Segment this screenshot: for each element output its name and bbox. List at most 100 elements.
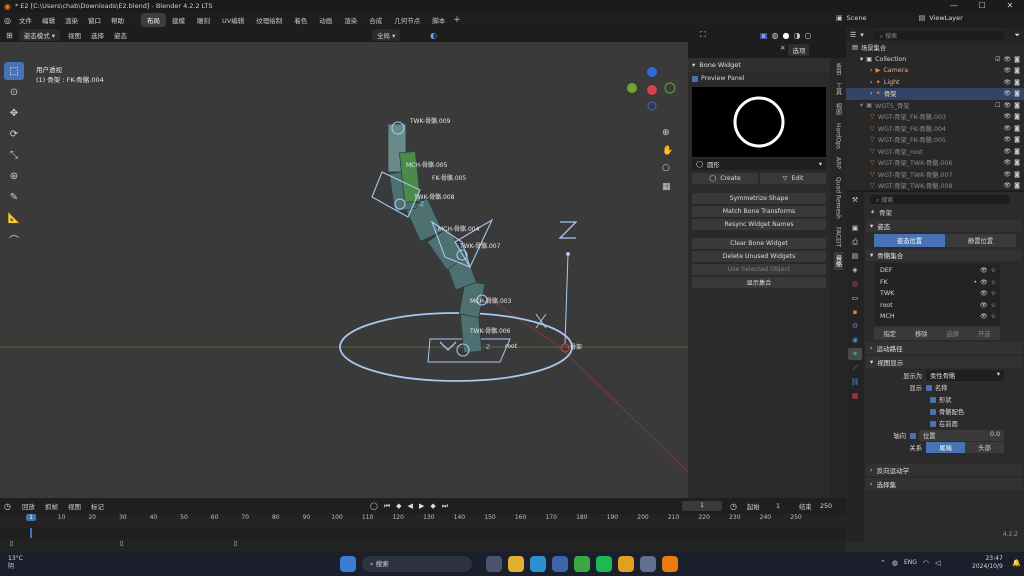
selection-sets-header[interactable]: › 选择集	[866, 477, 1022, 490]
chrome-icon[interactable]	[618, 556, 634, 572]
eye-icon[interactable]: 👁	[1004, 67, 1012, 74]
zoom-icon[interactable]: ⊕	[662, 128, 673, 138]
scene-tab-icon[interactable]: ◈	[848, 264, 862, 276]
eye-icon[interactable]: 👁	[980, 290, 988, 297]
annotate-tool-icon[interactable]: ✎	[4, 188, 24, 206]
scroll-handle-icon[interactable]: ▯	[234, 540, 237, 547]
star-icon[interactable]: ☆	[991, 267, 996, 274]
wireframe-shading-icon[interactable]: ◍	[772, 31, 779, 40]
scale-tool-icon[interactable]: ⤡	[4, 146, 24, 164]
pose-section-header[interactable]: ▾ 姿态	[866, 220, 1022, 232]
tab-hardops[interactable]: HardOps	[835, 120, 842, 152]
timeline-view-menu[interactable]: 视图	[63, 500, 86, 512]
select-button[interactable]: 选择	[937, 326, 969, 340]
tab-view[interactable]: 视图	[834, 100, 843, 118]
task-view-icon[interactable]	[486, 556, 502, 572]
select-box-tool-icon[interactable]: ⬚	[4, 62, 24, 80]
show-collection-button[interactable]: 显示集合	[692, 277, 826, 288]
outliner-row-wgts[interactable]: ▾ ▣ WGTS_骨架 ☐ 👁 ◙	[846, 100, 1024, 112]
bone-collection-fk[interactable]: FK • 👁 ☆	[874, 277, 1000, 289]
tab-faceit[interactable]: FACEIT	[835, 224, 842, 250]
resync-widget-names-button[interactable]: Resync Widget Names	[692, 219, 826, 230]
eye-icon[interactable]: 👁	[1004, 102, 1012, 109]
add-workspace-icon[interactable]: +	[453, 15, 461, 25]
tab-scripting[interactable]: 脚本	[426, 13, 451, 27]
outliner-row-widget[interactable]: ▽ WGT-骨架_TWK-骨骼.008 👁 ◙	[846, 180, 1024, 192]
weather-widget[interactable]: 13°C 阴	[8, 555, 23, 571]
camera-render-icon[interactable]: ◙	[1014, 148, 1020, 155]
bone-collections-header[interactable]: ▾ 骨骼集合	[866, 249, 1022, 261]
options-close-icon[interactable]: ✕	[780, 44, 785, 56]
camera-render-icon[interactable]: ◙	[1014, 67, 1020, 74]
timeline-editor-icon[interactable]: ◷	[4, 502, 11, 511]
playback-menu[interactable]: 回放	[17, 500, 40, 512]
edit-widget-button[interactable]: ▽ Edit	[760, 173, 826, 184]
edge-icon[interactable]	[530, 556, 546, 572]
file-explorer-icon[interactable]	[508, 556, 524, 572]
solid-shading-icon[interactable]: ●	[783, 31, 790, 40]
output-tab-icon[interactable]: ⎙	[848, 236, 862, 248]
scroll-handle-icon[interactable]: ▯	[120, 540, 123, 547]
outliner-row-widget[interactable]: ▽ WGT-骨架_FK-骨骼.005 👁 ◙	[846, 134, 1024, 146]
object-tab-icon[interactable]: ▪	[848, 306, 862, 318]
transform-orientation-selector[interactable]: 全局 ▾	[372, 29, 401, 41]
armature-data-tab-icon[interactable]: ✶	[848, 348, 862, 360]
eye-icon[interactable]: 👁	[980, 313, 988, 320]
star-icon[interactable]: ☆	[991, 302, 996, 309]
rest-position-button[interactable]: 静置位置	[945, 234, 1016, 247]
collection-tab-icon[interactable]: ▭	[848, 292, 862, 304]
shape-selector[interactable]: ◯ 圆形 ▾	[692, 159, 826, 170]
wechat-icon[interactable]	[574, 556, 590, 572]
transform-tool-icon[interactable]: ⊛	[4, 167, 24, 185]
tray-chevron-icon[interactable]: ⌃	[880, 559, 886, 567]
outliner-row-widget[interactable]: ▽ WGT-骨架_root 👁 ◙	[846, 146, 1024, 158]
marker-menu[interactable]: 标记	[86, 500, 109, 512]
eye-icon[interactable]: 👁	[1004, 125, 1012, 132]
eye-icon[interactable]: 👁	[1004, 159, 1012, 166]
tab-layout[interactable]: 布局	[140, 13, 166, 27]
tab-tool[interactable]: 工具	[834, 80, 843, 98]
next-keyframe-icon[interactable]: ◆	[430, 502, 435, 511]
close-button[interactable]: ✕	[996, 0, 1024, 12]
eye-icon[interactable]: 👁	[1004, 113, 1012, 120]
create-widget-button[interactable]: ◯ Create	[692, 173, 758, 184]
eye-icon[interactable]: 👁	[1004, 56, 1012, 63]
camera-render-icon[interactable]: ◙	[1014, 171, 1020, 178]
modifier-tab-icon[interactable]: ⚙	[848, 320, 862, 332]
tab-compositing[interactable]: 合成	[363, 13, 388, 27]
outliner-row-camera[interactable]: › ▶ Camera 👁 ◙	[846, 65, 1024, 77]
eye-icon[interactable]: 👁	[1004, 171, 1012, 178]
jump-start-icon[interactable]: ⏮	[384, 502, 390, 511]
xray-icon[interactable]: ▣	[760, 31, 768, 40]
menu-view[interactable]: 视图	[63, 29, 86, 41]
keyframe-dot-icon[interactable]: ◯	[370, 502, 378, 511]
tab-shading[interactable]: 着色	[288, 13, 313, 27]
blender-taskbar-icon[interactable]	[662, 556, 678, 572]
editor-type-icon[interactable]: ⊞	[6, 31, 13, 40]
store-icon[interactable]	[552, 556, 568, 572]
star-icon[interactable]: ☆	[991, 290, 996, 297]
menu-help[interactable]: 帮助	[106, 15, 129, 25]
show-bone-color-checkbox[interactable]	[930, 408, 936, 415]
gizmo-toggle-icon[interactable]: ⛶	[700, 30, 706, 40]
camera-render-icon[interactable]: ◙	[1014, 159, 1020, 166]
eye-icon[interactable]: 👁	[1004, 79, 1012, 86]
taskbar-search[interactable]: ⌕ 搜索	[362, 556, 472, 572]
measure-tool-icon[interactable]: 📐	[4, 209, 24, 227]
expand-chevron-icon[interactable]: ›	[870, 67, 873, 74]
menu-select[interactable]: 选择	[86, 29, 109, 41]
expand-chevron-icon[interactable]: ▾	[860, 56, 863, 63]
deselect-button[interactable]: 开选	[968, 326, 1000, 340]
relation-tail-button[interactable]: 尾端	[926, 442, 965, 453]
notification-bell-icon[interactable]: 🔔	[1012, 559, 1021, 567]
show-name-checkbox[interactable]	[926, 384, 932, 391]
windows-start-icon[interactable]	[340, 556, 356, 572]
pan-hand-icon[interactable]: ✋	[662, 146, 673, 156]
clear-bone-widget-button[interactable]: Clear Bone Widget	[692, 238, 826, 249]
show-shape-checkbox[interactable]	[930, 396, 936, 403]
outliner-row-widget[interactable]: ▽ WGT-骨架_TWK-骨骼.007 👁 ◙	[846, 169, 1024, 181]
start-frame-field[interactable]: 1	[776, 503, 780, 510]
settings-gear-icon[interactable]	[640, 556, 656, 572]
lang-indicator[interactable]: ENG	[904, 559, 917, 567]
prev-keyframe-icon[interactable]: ◆	[396, 502, 401, 511]
